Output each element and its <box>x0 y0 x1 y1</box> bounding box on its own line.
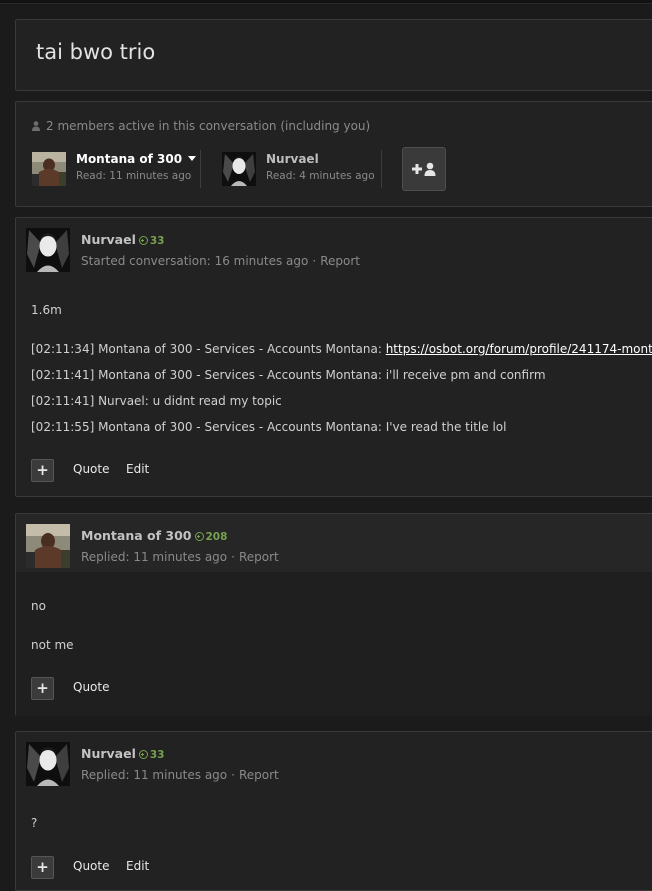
post-header: Nurvael 33 Started conversation: 16 minut… <box>16 218 652 276</box>
post-body-background <box>16 572 652 716</box>
conversation-title-panel: tai bwo trio <box>15 19 652 91</box>
conversation-post: Montana of 300 208 Replied: 11 minutes ag… <box>15 513 652 716</box>
member-read-time: Read: 11 minutes ago <box>76 170 192 182</box>
post-time: 11 minutes ago <box>133 550 228 564</box>
member-divider <box>381 150 382 188</box>
nurvael-avatar[interactable] <box>26 228 70 272</box>
quote-button[interactable]: Quote <box>73 680 109 694</box>
members-panel: 2 members active in this conversation (i… <box>15 101 652 207</box>
quote-button[interactable]: Quote <box>73 462 109 476</box>
active-members-note: 2 members active in this conversation (i… <box>32 119 370 133</box>
conversation-post: Nurvael 33 Started conversation: 16 minut… <box>15 217 652 497</box>
post-author[interactable]: Nurvael 33 <box>81 232 165 247</box>
member-read-time: Read: 4 minutes ago <box>266 170 375 182</box>
quote-button[interactable]: Quote <box>73 859 109 873</box>
reputation-plus-icon <box>138 236 148 245</box>
post-author[interactable]: Montana of 300 208 <box>81 528 227 543</box>
post-body: ? <box>31 810 37 836</box>
post-line: [02:11:34] Montana of 300 - Services - A… <box>31 336 652 362</box>
member-montana[interactable]: Montana of 300 Read: 11 minutes ago <box>32 150 202 190</box>
chevron-down-icon[interactable] <box>188 156 197 162</box>
reputation-plus-icon <box>194 532 204 541</box>
nurvael-avatar[interactable] <box>26 742 70 786</box>
profile-link[interactable]: https://osbot.org/forum/profile/241174-m… <box>386 342 652 356</box>
post-body: 1.6m [02:11:34] Montana of 300 - Service… <box>31 297 652 440</box>
member-name[interactable]: Montana of 300 <box>76 152 197 166</box>
reputation-plus-icon <box>138 750 148 759</box>
reputation-badge: 208 <box>194 531 227 543</box>
post-meta: Replied: 11 minutes ago · Report <box>81 768 279 782</box>
edit-button[interactable]: Edit <box>126 859 149 873</box>
report-link[interactable]: Report <box>320 254 360 268</box>
post-line: [02:11:41] Nurvael: u didnt read my topi… <box>31 394 282 408</box>
plus-button[interactable]: + <box>31 459 54 482</box>
member-nurvael[interactable]: Nurvael Read: 4 minutes ago <box>222 150 382 190</box>
post-line: [02:11:41] Montana of 300 - Services - A… <box>31 368 546 382</box>
montana-avatar[interactable] <box>32 152 66 186</box>
add-member-icon <box>412 162 436 176</box>
member-divider <box>200 150 201 188</box>
plus-button[interactable]: + <box>31 677 54 700</box>
post-body: no not me <box>31 593 74 658</box>
post-time: 16 minutes ago <box>214 254 309 268</box>
plus-button[interactable]: + <box>31 856 54 879</box>
reputation-badge: 33 <box>138 235 165 247</box>
post-line: 1.6m <box>31 303 62 317</box>
post-line: no <box>31 599 46 613</box>
post-author[interactable]: Nurvael 33 <box>81 746 165 761</box>
post-header: Nurvael 33 Replied: 11 minutes ago · Report <box>16 732 652 790</box>
post-line: ? <box>31 816 38 830</box>
conversation-post: Nurvael 33 Replied: 11 minutes ago · Report… <box>15 731 652 891</box>
report-link[interactable]: Report <box>239 768 279 782</box>
active-members-text: 2 members active in this conversation (i… <box>46 119 371 133</box>
member-name[interactable]: Nurvael <box>266 152 319 166</box>
post-meta: Replied: 11 minutes ago · Report <box>81 550 279 564</box>
post-header: Montana of 300 208 Replied: 11 minutes ag… <box>16 514 652 572</box>
conversation-title: tai bwo trio <box>36 40 156 64</box>
post-line: [02:11:55] Montana of 300 - Services - A… <box>31 420 507 434</box>
edit-button[interactable]: Edit <box>126 462 149 476</box>
report-link[interactable]: Report <box>239 550 279 564</box>
user-icon <box>32 121 40 131</box>
top-border <box>0 0 652 4</box>
montana-avatar[interactable] <box>26 524 70 568</box>
post-time: 11 minutes ago <box>133 768 228 782</box>
nurvael-avatar[interactable] <box>222 152 256 186</box>
post-meta: Started conversation: 16 minutes ago · Rep… <box>81 254 360 268</box>
post-line: not me <box>31 638 74 652</box>
reputation-badge: 33 <box>138 749 165 761</box>
add-member-button[interactable] <box>402 147 446 191</box>
